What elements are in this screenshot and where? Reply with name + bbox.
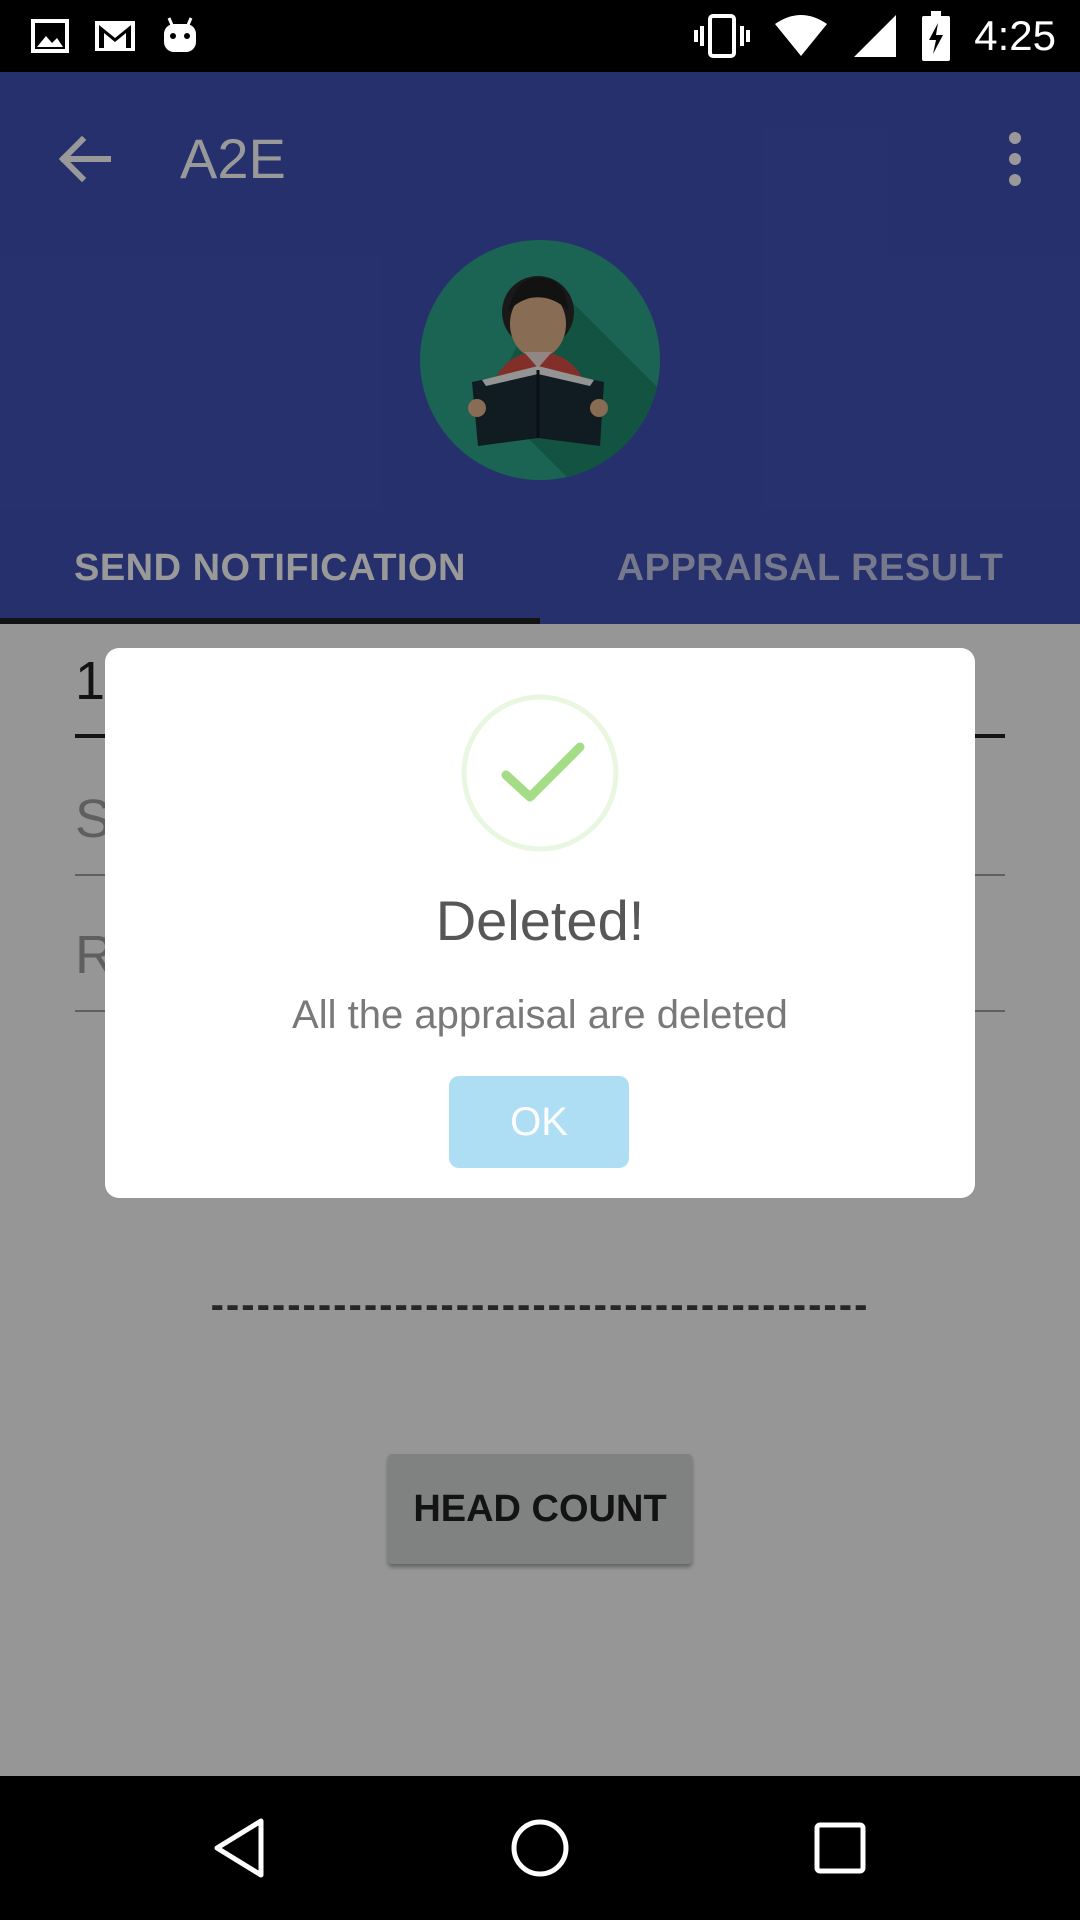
navigation-bar bbox=[0, 1776, 1080, 1920]
back-triangle-icon[interactable] bbox=[205, 1813, 275, 1883]
image-icon bbox=[31, 19, 69, 53]
vibrate-icon bbox=[694, 14, 751, 58]
ok-button[interactable]: OK bbox=[449, 1076, 629, 1168]
dialog-title: Deleted! bbox=[435, 889, 645, 952]
wifi-icon bbox=[775, 15, 828, 56]
android-icon bbox=[164, 17, 196, 52]
success-check-icon bbox=[461, 694, 619, 852]
recents-square-icon[interactable] bbox=[805, 1813, 875, 1883]
signal-icon bbox=[854, 15, 897, 57]
success-dialog: Deleted! All the appraisal are deleted O… bbox=[105, 648, 975, 1198]
dialog-message: All the appraisal are deleted bbox=[292, 993, 788, 1037]
home-circle-icon[interactable] bbox=[505, 1813, 575, 1883]
battery-charging-icon bbox=[922, 11, 951, 61]
gmail-icon bbox=[95, 21, 135, 51]
status-bar: 4:25 bbox=[0, 0, 1080, 72]
clock: 4:25 bbox=[974, 12, 1056, 59]
